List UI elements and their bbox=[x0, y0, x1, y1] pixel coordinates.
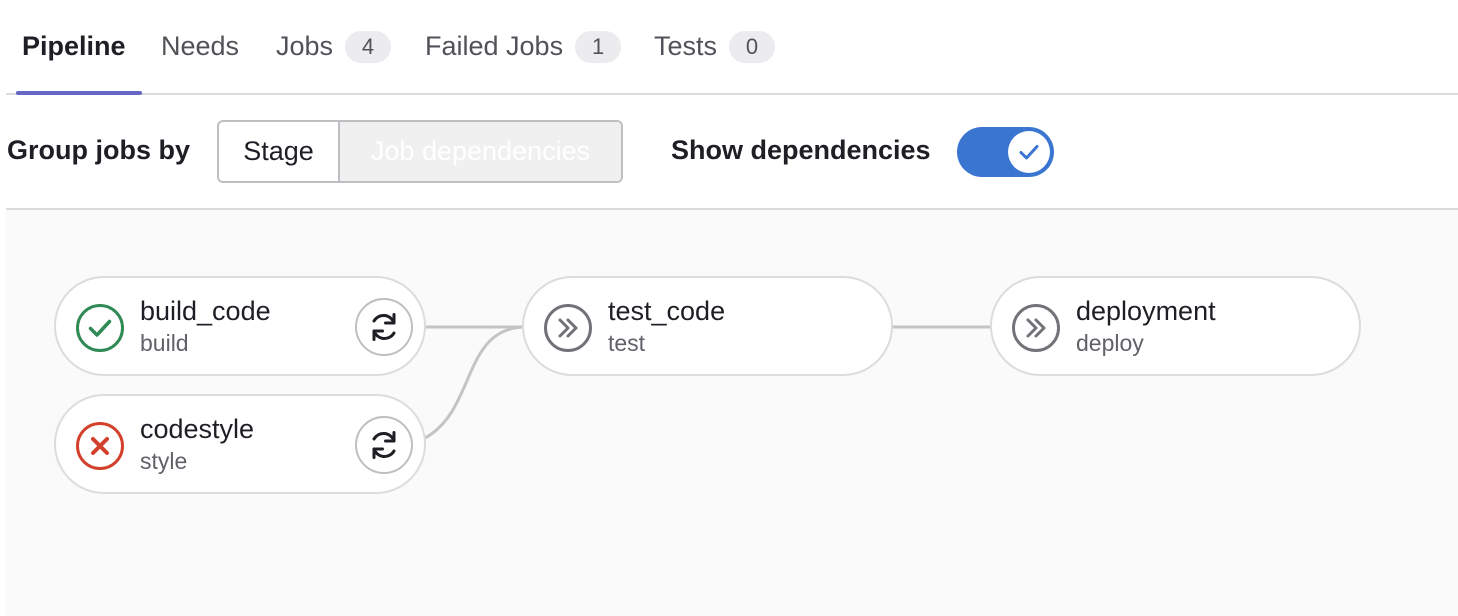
group-by-stage-button[interactable]: Stage bbox=[219, 122, 340, 181]
job-build-code[interactable]: build_code build bbox=[54, 276, 426, 376]
pipeline-graph: build_code build codestyle style test_co… bbox=[6, 208, 1458, 616]
tab-label: Tests bbox=[654, 31, 718, 61]
pipeline-tabs: Pipeline Needs Jobs 4 Failed Jobs 1 Test… bbox=[6, 0, 1458, 95]
tab-tests[interactable]: Tests 0 bbox=[654, 0, 776, 93]
tab-label: Pipeline bbox=[22, 31, 126, 61]
tab-label: Needs bbox=[161, 31, 240, 61]
tab-needs[interactable]: Needs bbox=[161, 0, 239, 93]
job-name: codestyle bbox=[140, 414, 255, 444]
group-jobs-label: Group jobs by bbox=[7, 135, 191, 165]
job-stage: build bbox=[140, 330, 189, 356]
jobs-count-badge: 4 bbox=[345, 30, 392, 63]
skipped-icon bbox=[544, 304, 592, 352]
retry-button[interactable] bbox=[355, 298, 413, 356]
failed-jobs-count-badge: 1 bbox=[575, 30, 622, 63]
check-circle-icon bbox=[76, 304, 124, 352]
group-by-job-dependencies-button[interactable]: Job dependencies bbox=[340, 122, 621, 181]
retry-button[interactable] bbox=[355, 416, 413, 474]
tab-jobs[interactable]: Jobs 4 bbox=[276, 0, 392, 93]
job-test-code[interactable]: test_code test bbox=[522, 276, 893, 376]
retry-icon bbox=[372, 431, 396, 459]
job-name: deployment bbox=[1076, 296, 1216, 326]
tab-label: Jobs bbox=[276, 31, 334, 61]
x-circle-icon bbox=[76, 422, 124, 470]
link-codestyle-to-test bbox=[424, 325, 524, 440]
tab-pipeline[interactable]: Pipeline bbox=[16, 0, 141, 95]
retry-icon bbox=[372, 313, 396, 341]
tab-label: Failed Jobs bbox=[425, 31, 564, 61]
job-name: test_code bbox=[608, 296, 726, 326]
graph-controls: Group jobs by Stage Job dependencies Sho… bbox=[0, 95, 1458, 209]
job-stage: deploy bbox=[1076, 330, 1144, 356]
job-stage: test bbox=[608, 330, 646, 356]
tab-failed-jobs[interactable]: Failed Jobs 1 bbox=[425, 0, 622, 93]
skipped-icon bbox=[1012, 304, 1060, 352]
show-dependencies-label: Show dependencies bbox=[671, 135, 931, 165]
show-dependencies-toggle[interactable] bbox=[957, 127, 1054, 177]
tests-count-badge: 0 bbox=[729, 30, 776, 63]
toggle-knob bbox=[1008, 131, 1050, 173]
check-icon bbox=[1019, 145, 1039, 160]
group-by-segmented-control: Stage Job dependencies bbox=[217, 120, 623, 183]
job-stage: style bbox=[140, 448, 188, 474]
job-name: build_code bbox=[140, 296, 271, 326]
job-deployment[interactable]: deployment deploy bbox=[990, 276, 1361, 376]
pipeline-page: Pipeline Needs Jobs 4 Failed Jobs 1 Test… bbox=[0, 0, 1458, 616]
job-codestyle[interactable]: codestyle style bbox=[54, 394, 426, 494]
